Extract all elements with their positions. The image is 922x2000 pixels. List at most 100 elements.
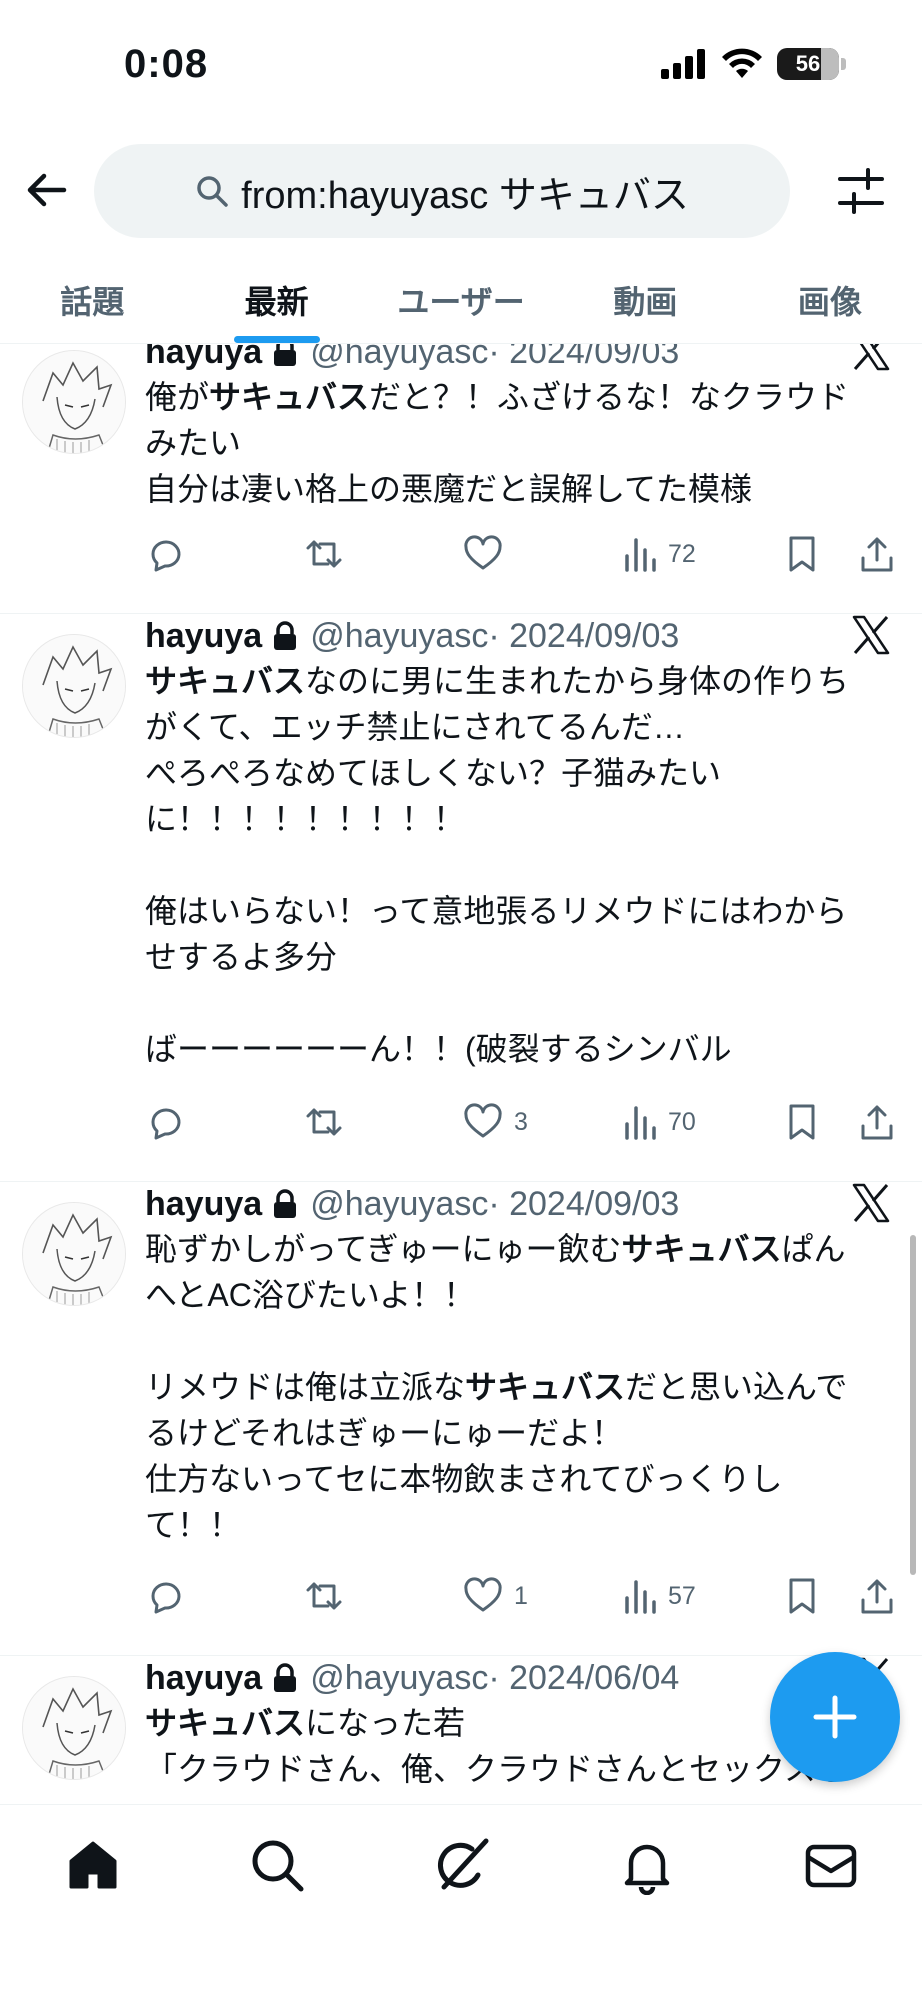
retweet-button[interactable] xyxy=(302,534,346,574)
tweet-text: 俺がサキュバスだと？！ふざけるな！なクラウド みたい 自分は凄い格上の悪魔だと誤解し… xyxy=(145,374,892,512)
tweet-body: hayuya @hayuyasc · 2024/09/03 サキュバスなのに男に… xyxy=(145,614,892,1072)
display-name[interactable]: hayuya xyxy=(145,1185,262,1224)
display-name[interactable]: hayuya xyxy=(145,344,262,372)
reply-button[interactable] xyxy=(145,1102,185,1142)
scrollbar[interactable] xyxy=(910,1235,916,1575)
reply-icon xyxy=(151,1108,181,1140)
avatar[interactable] xyxy=(22,1202,126,1306)
views-button[interactable]: 57 xyxy=(622,1576,696,1616)
share-button[interactable] xyxy=(858,1576,896,1616)
tweet-text-line: 俺がサキュバスだと？！ふざけるな！なクラウド xyxy=(145,379,850,415)
view-count: 57 xyxy=(668,1581,696,1610)
retweet-button[interactable] xyxy=(302,1102,346,1142)
tab-top[interactable]: 話題 xyxy=(0,256,184,343)
share-button[interactable] xyxy=(858,1102,896,1142)
tweet-feed: hayuya @hayuyasc · 2024/09/03 俺がサキュバスだと？… xyxy=(0,344,922,1804)
user-handle[interactable]: @hayuyasc xyxy=(310,617,488,656)
tweet-body: hayuya @hayuyasc · 2024/09/03 俺がサキュバスだと？… xyxy=(145,344,892,512)
tweet[interactable]: hayuya @hayuyasc · 2024/09/03 サキュバスなのに男に… xyxy=(0,614,922,1182)
notifications-bell-icon[interactable] xyxy=(617,1835,677,1895)
tab-images[interactable]: 画像 xyxy=(738,256,922,343)
tweet-meta: hayuya @hayuyasc · 2024/09/03 xyxy=(145,1182,892,1226)
tweet-text-line: るけどそれはぎゅーにゅーだよ！ xyxy=(145,1415,624,1451)
share-icon xyxy=(861,1105,893,1140)
like-heart-icon xyxy=(464,1103,502,1138)
tweet-date: · 2024/09/03 xyxy=(488,616,680,655)
user-handle[interactable]: @hayuyasc xyxy=(310,344,488,372)
like-button[interactable] xyxy=(462,534,514,574)
view-count: 70 xyxy=(668,1107,696,1136)
retweet-icon xyxy=(306,540,342,568)
avatar-illustration xyxy=(23,1677,125,1779)
bookmark-icon xyxy=(789,536,815,572)
tweet-text: 恥ずかしがってぎゅーにゅー飲むサキュバスぱん へとAC浴びたいよ！！ リメウドは俺は… xyxy=(145,1226,892,1548)
like-heart-icon xyxy=(464,535,502,570)
status-icons: 56 xyxy=(661,48,846,80)
explore-search-icon[interactable] xyxy=(247,1835,307,1895)
tweet-text: サキュバスなのに男に生まれたから身体の作りち がくて、エッチ禁止にされてるんだ… ぺ… xyxy=(145,658,892,1072)
reply-button[interactable] xyxy=(145,1576,185,1616)
search-tabs: 話題 最新 ユーザー 動画 画像 xyxy=(0,256,922,344)
tweet-text-line: ばーーーーーーん！！(破裂するシンバル xyxy=(145,1031,732,1067)
tweet-date: · 2024/06/04 xyxy=(488,1658,680,1697)
tab-videos[interactable]: 動画 xyxy=(553,256,737,343)
back-arrow-icon[interactable] xyxy=(22,166,70,214)
home-icon[interactable] xyxy=(63,1835,123,1895)
avatar[interactable] xyxy=(22,634,126,738)
user-handle[interactable]: @hayuyasc xyxy=(310,1185,488,1224)
tab-latest[interactable]: 最新 xyxy=(184,256,368,343)
views-button[interactable]: 70 xyxy=(622,1102,696,1142)
tweet-date: · 2024/09/03 xyxy=(488,344,680,371)
tab-people[interactable]: ユーザー xyxy=(369,256,553,343)
share-button[interactable] xyxy=(858,534,896,574)
search-icon xyxy=(197,176,228,207)
x-logo-icon xyxy=(852,615,890,655)
like-button[interactable]: 3 xyxy=(462,1102,528,1142)
tweet-body: hayuya @hayuyasc · 2024/09/03 恥ずかしがってぎゅー… xyxy=(145,1182,892,1548)
tweet-text-line: ぺろぺろなめてほしくない？子猫みたい xyxy=(145,755,722,791)
lock-icon xyxy=(274,344,297,366)
status-time: 0:08 xyxy=(124,42,209,86)
tweet-text-line: て！！ xyxy=(145,1507,242,1543)
bookmark-button[interactable] xyxy=(784,1576,820,1616)
x-logo-icon xyxy=(852,1183,890,1223)
like-count: 3 xyxy=(514,1107,528,1136)
messages-mail-icon[interactable] xyxy=(801,1835,861,1895)
tweet-text-line: 自分は凄い格上の悪魔だと誤解してた模様 xyxy=(145,471,753,507)
avatar-illustration xyxy=(23,351,125,453)
retweet-button[interactable] xyxy=(302,1576,346,1616)
retweet-icon xyxy=(306,1582,342,1610)
bookmark-button[interactable] xyxy=(784,534,820,574)
like-button[interactable]: 1 xyxy=(462,1576,528,1616)
user-handle[interactable]: @hayuyasc xyxy=(310,1659,488,1698)
tweet-date: · 2024/09/03 xyxy=(488,1184,680,1223)
share-icon xyxy=(861,537,893,572)
views-button[interactable]: 72 xyxy=(622,534,696,574)
bottom-nav xyxy=(0,1804,922,2000)
tweet-text-line: に！！！！！！！！！ xyxy=(145,801,466,837)
bookmark-button[interactable] xyxy=(784,1102,820,1142)
tweet-text-line: リメウドは俺は立派なサキュバスだと思い込んで xyxy=(145,1369,848,1405)
retweet-icon xyxy=(306,1108,342,1136)
lock-icon xyxy=(274,1663,297,1692)
view-count: 72 xyxy=(668,539,696,568)
reply-button[interactable] xyxy=(145,534,185,574)
filter-sliders-icon[interactable] xyxy=(836,166,886,216)
like-heart-icon xyxy=(464,1577,502,1612)
search-query: from:hayuyasc サキュバス xyxy=(241,174,689,217)
tweet-actions: 1 57 xyxy=(0,1576,922,1624)
lock-icon xyxy=(274,1189,297,1218)
compose-button[interactable] xyxy=(770,1652,900,1782)
tweet-meta: hayuya @hayuyasc · 2024/09/03 xyxy=(145,344,892,374)
avatar[interactable] xyxy=(22,1676,126,1780)
tweet[interactable]: hayuya @hayuyasc · 2024/09/03 俺がサキュバスだと？… xyxy=(0,344,922,614)
avatar[interactable] xyxy=(22,350,126,454)
display-name[interactable]: hayuya xyxy=(145,617,262,656)
tweet-meta: hayuya @hayuyasc · 2024/09/03 xyxy=(145,614,892,658)
display-name[interactable]: hayuya xyxy=(145,1659,262,1698)
grok-icon[interactable] xyxy=(432,1835,492,1895)
views-chart-icon xyxy=(625,1580,656,1614)
search-input[interactable]: from:hayuyasc サキュバス xyxy=(94,144,790,238)
search-header: from:hayuyasc サキュバス xyxy=(0,140,922,240)
tweet[interactable]: hayuya @hayuyasc · 2024/09/03 恥ずかしがってぎゅー… xyxy=(0,1182,922,1656)
